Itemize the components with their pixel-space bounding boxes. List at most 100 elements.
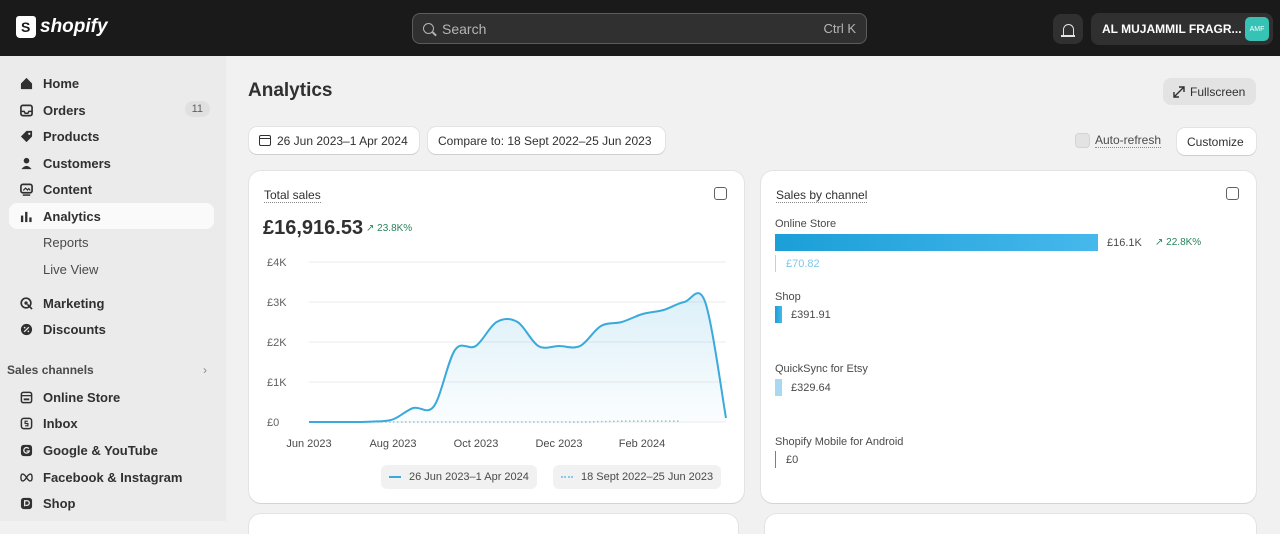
sidebar-item-label: Discounts [43,321,106,337]
page-title: Analytics [248,80,333,101]
sidebar-item-customers[interactable]: Customers [9,150,214,176]
bell-icon [1060,23,1075,37]
date-range-label: 26 Jun 2023–1 Apr 2024 [277,133,408,148]
notifications-button[interactable] [1053,14,1083,44]
sidebar-item-label: Inbox [43,415,78,431]
channel-previous-bar [775,255,776,272]
sidebar-item-label: Orders [43,102,86,118]
next-card [249,514,738,534]
sidebar-item-label: Customers [43,155,111,171]
x-tick-label: Aug 2023 [369,438,416,450]
legend-dotted-line [561,476,573,478]
sidebar-item-label: Products [43,128,100,144]
sidebar-item-label: Google & YouTube [43,442,158,458]
channel-bar [775,451,776,468]
top-bar: shopify Search Ctrl K AL MUJAMMIL FRAGR.… [0,0,1280,56]
sidebar-item-products[interactable]: Products [9,123,214,149]
sidebar-item-google-youtube[interactable]: Google & YouTube [9,437,214,463]
inbox-icon [20,417,33,430]
sidebar-item-marketing[interactable]: Marketing [9,290,214,316]
total-sales-change-value: 23.8K% [377,223,413,234]
search-input[interactable]: Search Ctrl K [412,13,867,44]
sidebar-item-label: Content [43,181,93,197]
sidebar-item-home[interactable]: Home [9,70,214,96]
target-icon [20,297,33,310]
sidebar-item-shop[interactable]: Shop [9,490,214,516]
y-tick-label: £1K [267,377,287,389]
sidebar-item-inbox[interactable]: Inbox [9,410,214,436]
search-placeholder: Search [442,20,487,37]
channel-name: Online Store [775,218,837,230]
sales-channels-label: Sales channels [7,363,94,377]
report-icon[interactable] [714,187,727,200]
legend-current[interactable]: 26 Jun 2023–1 Apr 2024 [381,465,537,489]
image-icon [20,183,33,196]
sidebar-item-orders[interactable]: Orders 11 [9,97,214,123]
sidebar-item-label: Live View [43,261,99,277]
auto-refresh-label[interactable]: Auto-refresh [1095,133,1162,148]
tag-icon [20,130,33,143]
sales-by-channel-title[interactable]: Sales by channel [776,188,868,203]
sidebar-item-label: Shop [43,495,76,511]
orders-count-badge: 11 [184,101,210,117]
channel-value: £0 [786,454,799,466]
y-tick-label: £2K [267,337,287,349]
shopify-logo[interactable]: shopify [16,16,108,38]
total-sales-change: ↗ 23.8K% [366,223,413,234]
sidebar-item-label: Facebook & Instagram [43,469,183,485]
discount-icon [20,323,33,336]
sidebar-item-facebook-instagram[interactable]: Facebook & Instagram [9,464,214,490]
legend-current-label: 26 Jun 2023–1 Apr 2024 [409,471,529,483]
avatar: AMF [1245,17,1269,41]
legend-previous[interactable]: 18 Sept 2022–25 Jun 2023 [553,465,722,489]
search-shortcut: Ctrl K [823,21,857,36]
total-sales-title[interactable]: Total sales [264,188,321,203]
sidebar-item-discounts[interactable]: Discounts [9,316,214,342]
auto-refresh-checkbox[interactable] [1075,133,1090,148]
sidebar-item-label: Online Store [43,389,121,405]
sidebar-item-online-store[interactable]: Online Store [9,384,214,410]
meta-icon [20,473,33,482]
channel-bar [775,379,782,396]
next-card [765,514,1256,534]
total-sales-value: £16,916.53 [263,217,364,239]
report-icon[interactable] [1226,187,1239,200]
sidebar: Home Orders 11 Products Customers Conten… [0,56,226,521]
channel-previous-value: £70.82 [786,258,820,270]
compare-button[interactable]: Compare to: 18 Sept 2022–25 Jun 2023 [428,127,665,154]
sidebar-item-analytics[interactable]: Analytics [9,203,214,229]
channel-change-value: 22.8K% [1166,237,1202,248]
brand-name: shopify [40,16,108,37]
calendar-icon [259,135,271,146]
sidebar-item-live-view[interactable]: Live View [9,256,214,282]
date-range-button[interactable]: 26 Jun 2023–1 Apr 2024 [249,127,419,154]
store-icon [20,391,33,404]
channel-name: Shop [775,291,801,303]
sidebar-item-label: Marketing [43,295,105,311]
search-icon [423,23,434,34]
fullscreen-button[interactable]: Fullscreen [1163,78,1256,105]
compare-label: Compare to: 18 Sept 2022–25 Jun 2023 [438,133,652,148]
channel-value: £329.64 [791,382,831,394]
channel-name: Shopify Mobile for Android [775,436,904,448]
person-icon [21,157,32,170]
channel-value: £391.91 [791,309,831,321]
y-tick-label: £4K [267,257,287,269]
x-tick-label: Oct 2023 [454,438,499,450]
customize-label: Customize [1187,134,1244,149]
channel-change: ↗ 22.8K% [1155,237,1202,248]
current-period-area [309,293,726,423]
total-sales-chart: £0 £1K £2K £3K £4K Jun 2023 Aug 2023 Oct 2023 De… [267,257,727,450]
legend-previous-label: 18 Sept 2022–25 Jun 2023 [581,471,714,483]
channel-name: QuickSync for Etsy [775,363,868,375]
customize-button[interactable]: Customize [1177,128,1256,155]
x-tick-label: Jun 2023 [286,438,331,450]
sidebar-item-content[interactable]: Content [9,176,214,202]
chevron-right-icon: › [203,363,207,377]
store-name: AL MUJAMMIL FRAGR... [1102,22,1242,36]
sales-channels-header[interactable]: Sales channels › [7,363,207,377]
sidebar-item-reports[interactable]: Reports [9,229,214,255]
fullscreen-label: Fullscreen [1190,84,1246,99]
store-menu-button[interactable]: AL MUJAMMIL FRAGR... AMF [1091,13,1273,45]
expand-icon [1173,85,1185,98]
